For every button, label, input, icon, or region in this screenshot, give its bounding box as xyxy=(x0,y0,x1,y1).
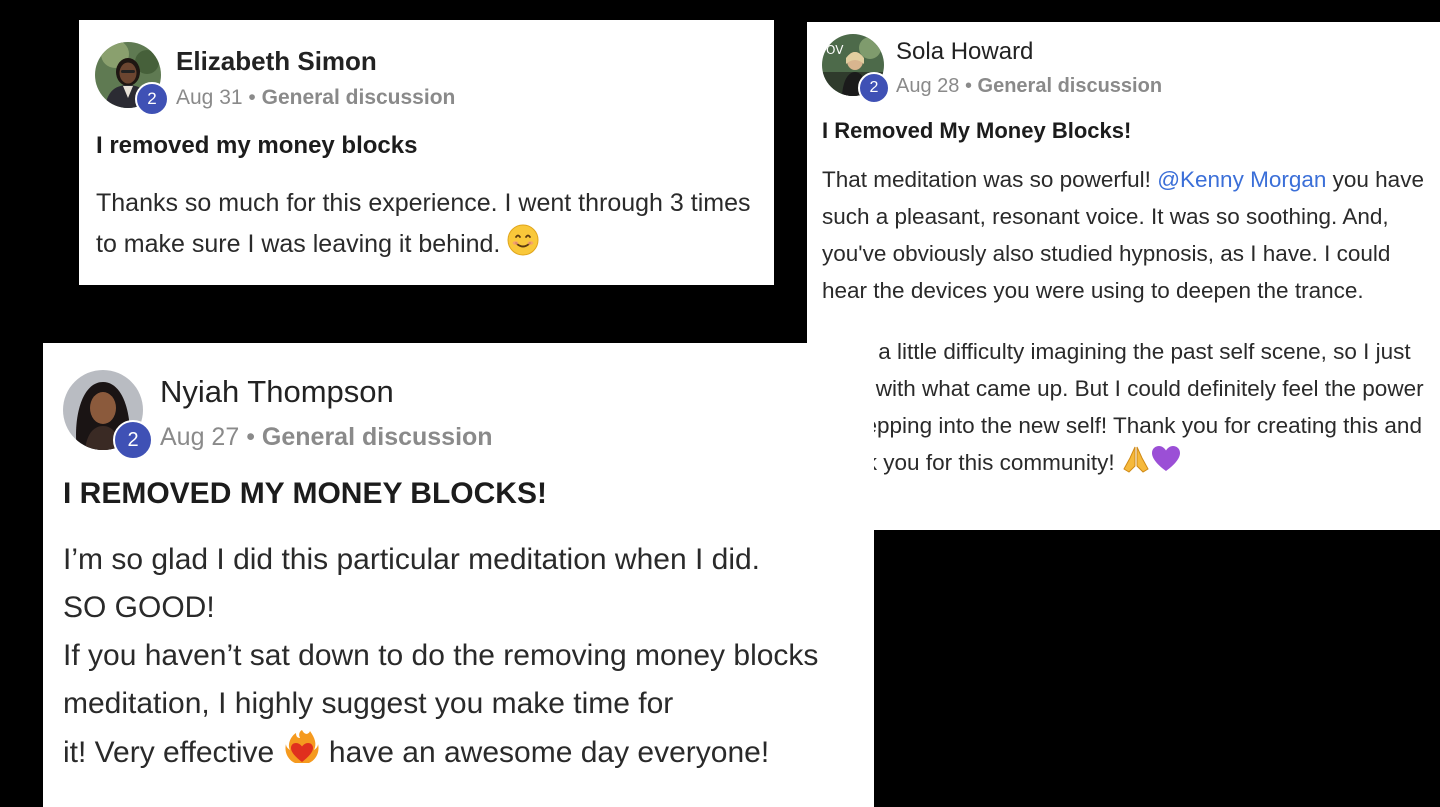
heart-on-fire-icon xyxy=(283,728,321,781)
meta-separator: • xyxy=(246,423,255,451)
post-line: SO GOOD! xyxy=(63,591,215,624)
post-paragraph: That meditation was so powerful! @Kenny … xyxy=(822,161,1432,309)
level-badge: 2 xyxy=(135,82,169,116)
purple-heart-icon xyxy=(1151,444,1181,485)
post-line: I’m so glad I did this particular medita… xyxy=(63,543,761,576)
post-title: I Removed My Money Blocks! xyxy=(822,118,1132,143)
post-category[interactable]: General discussion xyxy=(978,75,1163,97)
post-meta: Aug 31 • General discussion xyxy=(176,86,455,110)
post-text: it! Very effective xyxy=(63,736,275,769)
post-line: it! Very effective have an awesome day e… xyxy=(63,728,863,781)
post-date: Aug 28 xyxy=(896,75,960,97)
smiling-face-icon xyxy=(507,224,539,269)
level-badge: 2 xyxy=(858,72,890,104)
folded-hands-icon xyxy=(1121,444,1151,485)
post-text: Thanks so much for this experience. I we… xyxy=(96,189,751,258)
mention-link[interactable]: @Kenny Morgan xyxy=(1157,167,1326,192)
post-card-sola-howard[interactable]: OV 2 Sola Howard Aug 28 • General discus… xyxy=(807,22,1440,530)
post-meta: Aug 28 • General discussion xyxy=(896,75,1162,98)
post-card-elizabeth-simon[interactable]: 2 Elizabeth Simon Aug 31 • General discu… xyxy=(79,20,774,285)
post-date: Aug 31 xyxy=(176,86,243,109)
screenshot-collage: 2 Elizabeth Simon Aug 31 • General discu… xyxy=(0,0,1440,807)
post-category[interactable]: General discussion xyxy=(262,86,456,109)
post-date: Aug 27 xyxy=(160,423,240,451)
meta-separator: • xyxy=(248,86,256,109)
author-name[interactable]: Elizabeth Simon xyxy=(176,46,377,77)
author-name[interactable]: Sola Howard xyxy=(896,38,1033,66)
post-line: If you haven’t sat down to do the removi… xyxy=(63,639,819,720)
post-meta: Aug 27 • General discussion xyxy=(160,423,493,452)
post-paragraph: I had a little difficulty imagining the … xyxy=(822,333,1432,485)
svg-text:OV: OV xyxy=(826,43,844,57)
post-text: have an awesome day everyone! xyxy=(328,736,770,769)
post-body: Thanks so much for this experience. I we… xyxy=(96,183,756,269)
author-name[interactable]: Nyiah Thompson xyxy=(160,374,394,410)
post-title: I REMOVED MY MONEY BLOCKS! xyxy=(63,477,547,510)
post-category[interactable]: General discussion xyxy=(262,423,493,451)
post-body: I’m so glad I did this particular medita… xyxy=(63,536,863,781)
level-badge: 2 xyxy=(113,420,153,460)
post-title: I removed my money blocks xyxy=(96,132,418,159)
post-text: That meditation was so powerful! xyxy=(822,167,1151,192)
meta-separator: • xyxy=(964,75,972,97)
post-body: That meditation was so powerful! @Kenny … xyxy=(822,161,1432,485)
post-card-nyiah-thompson[interactable]: 2 Nyiah Thompson Aug 27 • General discus… xyxy=(43,343,874,807)
